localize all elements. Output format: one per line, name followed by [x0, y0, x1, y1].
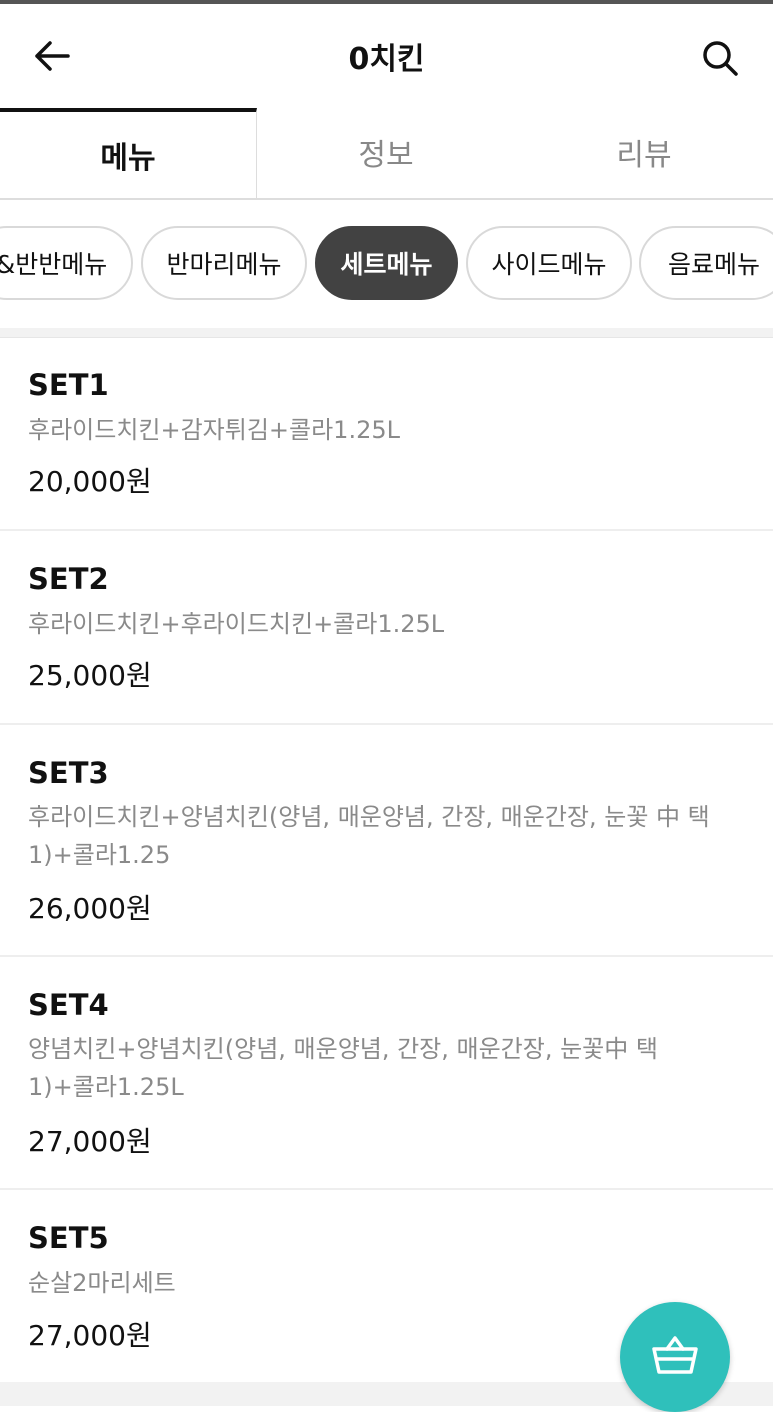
chip-side-menu[interactable]: 사이드메뉴 [466, 226, 632, 300]
chip-drink-menu[interactable]: 음료메뉴 [639, 226, 773, 300]
menu-item-name: SET1 [28, 368, 109, 402]
page-title: 0치킨 [348, 42, 425, 77]
tab-menu[interactable]: 메뉴 [0, 108, 257, 198]
search-button[interactable] [690, 30, 750, 90]
menu-item[interactable]: SET2 후라이드치킨+후라이드치킨+콜라1.25L 25,000원 [0, 531, 773, 725]
tab-info[interactable]: 정보 [257, 108, 515, 196]
section-divider [0, 328, 773, 338]
menu-item-name: SET3 [28, 756, 109, 790]
tab-bar: 메뉴 정보 리뷰 [0, 108, 773, 200]
menu-item-price: 25,000원 [28, 659, 152, 692]
menu-item-price: 27,000원 [28, 1125, 152, 1158]
chip-half-half-menu[interactable]: &반반메뉴 [0, 226, 133, 300]
menu-item[interactable]: SET4 양념치킨+양념치킨(양념, 매운양념, 간장, 매운간장, 눈꽃中 택… [0, 957, 773, 1190]
basket-icon [651, 1333, 699, 1381]
menu-item-desc: 양념치킨+양념치킨(양념, 매운양념, 간장, 매운간장, 눈꽃中 택1)+콜라… [28, 1035, 658, 1101]
chip-set-menu[interactable]: 세트메뉴 [315, 226, 458, 300]
menu-item-desc: 순살2마리세트 [28, 1269, 176, 1297]
header: 0치킨 [0, 4, 773, 108]
tab-review[interactable]: 리뷰 [515, 108, 773, 196]
menu-item[interactable]: SET1 후라이드치킨+감자튀김+콜라1.25L 20,000원 [0, 338, 773, 531]
cart-button[interactable] [620, 1302, 730, 1412]
menu-item-name: SET4 [28, 988, 109, 1022]
menu-item-price: 27,000원 [28, 1319, 152, 1352]
menu-item[interactable]: SET3 후라이드치킨+양념치킨(양념, 매운양념, 간장, 매운간장, 눈꽃 … [0, 725, 773, 957]
chip-half-chicken-menu[interactable]: 반마리메뉴 [141, 226, 307, 300]
search-icon [700, 38, 740, 82]
menu-item-price: 20,000원 [28, 465, 152, 498]
menu-item-desc: 후라이드치킨+양념치킨(양념, 매운양념, 간장, 매운간장, 눈꽃 中 택1)… [28, 803, 710, 869]
menu-item-price: 26,000원 [28, 892, 152, 925]
menu-item-desc: 후라이드치킨+감자튀김+콜라1.25L [28, 416, 400, 444]
menu-item-name: SET2 [28, 562, 109, 596]
menu-item-name: SET5 [28, 1221, 109, 1255]
category-chip-bar: &반반메뉴 반마리메뉴 세트메뉴 사이드메뉴 음료메뉴 [0, 226, 773, 302]
menu-item-desc: 후라이드치킨+후라이드치킨+콜라1.25L [28, 610, 445, 638]
